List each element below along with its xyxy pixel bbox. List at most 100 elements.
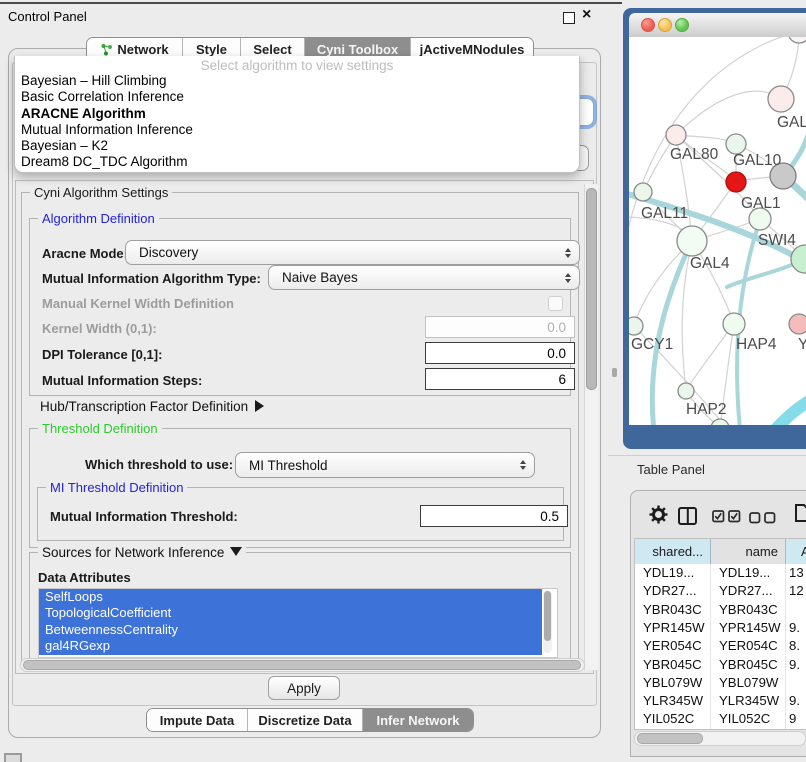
mi-type-label: Mutual Information Algorithm Type: [42, 271, 261, 286]
tab-label: jActiveMNodules [420, 42, 525, 57]
zoom-traffic-light[interactable] [675, 18, 689, 32]
algorithm-option[interactable]: Bayesian – Hill Climbing [15, 73, 579, 89]
export-table-button[interactable] [795, 503, 806, 528]
table-cell: YDR27... [711, 582, 786, 600]
attribute-item-betweennesscentrality[interactable]: BetweennessCentrality [39, 622, 542, 638]
minimize-traffic-light[interactable] [658, 18, 672, 32]
network-node-hap4[interactable] [723, 313, 745, 335]
table-cell: YPR145W [711, 619, 786, 637]
apply-button[interactable]: Apply [268, 676, 340, 700]
network-node[interactable] [726, 172, 746, 192]
algorithm-option[interactable]: Dream8 DC_TDC Algorithm [15, 154, 579, 170]
network-edge[interactable] [767, 392, 806, 425]
gear-icon [649, 505, 668, 524]
attribute-item-topologicalcoefficient[interactable]: TopologicalCoefficient [39, 605, 542, 621]
split-pane-handle[interactable] [612, 368, 617, 377]
network-node-gal10[interactable] [726, 134, 746, 154]
network-node-gal[interactable] [768, 86, 794, 112]
column-header-1[interactable]: shared... [635, 539, 711, 564]
deselect-all-button[interactable] [749, 511, 777, 529]
algorithm-option[interactable]: ARACNE Algorithm [15, 106, 579, 122]
attributes-scrollbar-thumb[interactable] [544, 591, 551, 641]
attribute-item-gal4rgexp[interactable]: gal4RGexp [39, 638, 542, 654]
checked-boxes-icon [712, 510, 742, 523]
table-cell: 8. [786, 637, 806, 655]
table-cell: YLR345W [635, 692, 711, 710]
algorithm-option[interactable]: Mutual Information Inference [15, 122, 579, 138]
column-header-3[interactable]: A [786, 539, 806, 564]
close-traffic-light[interactable] [641, 18, 655, 32]
network-node-gal4[interactable] [677, 226, 707, 256]
expanded-arrow-icon [230, 547, 242, 556]
attribute-item-selfloops[interactable]: SelfLoops [39, 589, 542, 605]
network-node[interactable] [788, 37, 806, 43]
which-threshold-select[interactable]: MI Threshold [235, 452, 535, 478]
dpi-tolerance-field[interactable]: 0.0 [425, 342, 575, 364]
data-attributes-list[interactable]: SelfLoopsTopologicalCoefficientBetweenne… [38, 588, 558, 658]
apply-button-label: Apply [287, 681, 321, 696]
column-chooser-button[interactable] [678, 507, 697, 525]
network-node-gal11[interactable] [634, 183, 652, 201]
tab-label: Discretize Data [258, 713, 351, 728]
node-label-gal10: GAL10 [733, 152, 782, 169]
table-cell: 9. [786, 656, 806, 674]
threshold-definition-title: Threshold Definition [38, 421, 162, 436]
close-icon[interactable]: × [582, 6, 591, 24]
table-row[interactable]: YDR27...YDR27...12 [635, 582, 806, 600]
table-horizontal-scrollbar-thumb[interactable] [637, 733, 703, 744]
document-icon [795, 503, 806, 523]
manual-kernel-checkbox[interactable] [548, 296, 563, 311]
table-row[interactable]: YER054CYER054C8. [635, 637, 806, 655]
algorithm-popup-placeholder: Select algorithm to view settings [15, 58, 579, 73]
algorithm-option[interactable]: Bayesian – K2 [15, 138, 579, 154]
float-panel-icon[interactable] [563, 12, 575, 24]
table-cell: YIL052C [711, 710, 786, 728]
table-row[interactable]: YPR145WYPR145W9. [635, 619, 806, 637]
table-panel-divider [608, 455, 806, 456]
mi-threshold-field[interactable]: 0.5 [420, 505, 568, 527]
sources-toggle[interactable]: Sources for Network Inference [38, 545, 246, 560]
spinner-arrows-icon [565, 273, 571, 283]
network-node[interactable] [711, 419, 729, 425]
algorithm-popup-items: Bayesian – Hill ClimbingBasic Correlatio… [15, 73, 579, 171]
dock-panel-icon[interactable] [4, 753, 22, 762]
algorithm-dropdown-popup: Select algorithm to view settings Bayesi… [14, 56, 580, 173]
network-node-hap2[interactable] [678, 383, 694, 399]
table-cell: 13 [786, 564, 806, 582]
node-table[interactable]: shared...nameA YDL19...YDL19...13YDR27..… [634, 538, 806, 730]
hub-definition-label: Hub/Transcription Factor Definition [40, 399, 248, 414]
kernel-width-label: Kernel Width (0,1): [42, 321, 157, 336]
select-all-button[interactable] [712, 510, 742, 528]
mi-threshold-label: Mutual Information Threshold: [50, 509, 238, 524]
network-edge[interactable] [676, 91, 781, 135]
table-cell: YIL052C [635, 710, 711, 728]
table-row[interactable]: YBL079WYBL079W [635, 674, 806, 692]
table-row[interactable]: YDL19...YDL19...13 [635, 564, 806, 582]
kernel-width-field: 0.0 [425, 316, 575, 338]
tab-infer-network[interactable]: Infer Network [363, 709, 473, 731]
table-row[interactable]: YLR345WYLR345W9. [635, 692, 806, 710]
mi-steps-field[interactable]: 6 [425, 368, 575, 390]
column-header-2[interactable]: name [711, 539, 786, 564]
network-node-gcy1[interactable] [629, 317, 643, 335]
tab-impute-data[interactable]: Impute Data [147, 709, 248, 731]
aracne-mode-select[interactable]: Discovery [125, 240, 580, 265]
mi-type-select[interactable]: Naive Bayes [268, 265, 580, 290]
tab-label: Select [253, 42, 291, 57]
settings-scrollbar-thumb[interactable] [586, 188, 597, 390]
which-threshold-value: MI Threshold [249, 458, 328, 473]
network-edge[interactable] [686, 323, 734, 391]
settings-horizontal-scrollbar-thumb[interactable] [23, 660, 581, 670]
network-canvas[interactable]: GALGAL80GAL10GAL1GAL11SWI4GAL4GCY1HAP4YH… [629, 37, 806, 425]
network-node-gal80[interactable] [666, 125, 686, 145]
table-settings-button[interactable] [649, 505, 668, 529]
algorithm-option[interactable]: Basic Correlation Inference [15, 89, 579, 105]
network-node-swi4[interactable] [791, 245, 806, 273]
network-node-y[interactable] [789, 314, 806, 334]
table-row[interactable]: YIL052CYIL052C9 [635, 710, 806, 728]
table-row[interactable]: YBR043CYBR043C [635, 601, 806, 619]
table-row[interactable]: YBR045CYBR045C9. [635, 656, 806, 674]
hub-definition-toggle[interactable]: Hub/Transcription Factor Definition [40, 399, 264, 414]
tab-discretize-data[interactable]: Discretize Data [248, 709, 363, 731]
network-window-titlebar[interactable] [629, 13, 806, 38]
